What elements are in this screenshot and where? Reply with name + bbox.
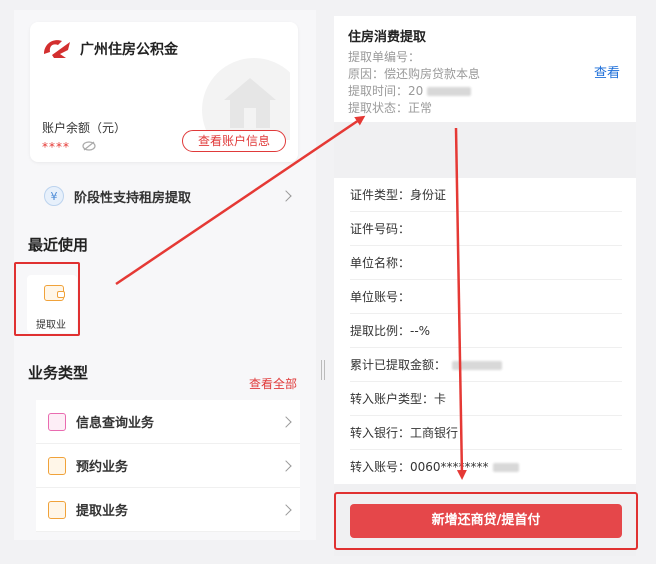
record-number: 提取单编号： [348, 50, 421, 64]
calendar-icon [48, 456, 66, 475]
detail-total-withdrawn: 累计已提取金额： [350, 348, 622, 382]
account-card: 广州住房公积金 账户余额（元） **** 查看账户信息 [30, 22, 298, 162]
yuan-coin-icon: ¥ [44, 186, 64, 206]
chevron-right-icon [280, 459, 292, 472]
view-account-button[interactable]: 查看账户信息 [182, 130, 286, 152]
see-all-link[interactable]: 查看全部 [249, 375, 297, 392]
detail-bank: 转入银行：工商银行 [350, 416, 622, 450]
chevron-right-icon [280, 415, 292, 428]
business-item-label: 信息查询业务 [76, 416, 155, 431]
hide-eye-icon[interactable] [82, 141, 96, 151]
brand-name: 广州住房公积金 [80, 42, 178, 58]
business-item-label: 提取业务 [76, 504, 129, 519]
record-time: 提取时间：20 [348, 82, 472, 99]
house-watermark-icon [202, 58, 290, 140]
chevron-right-icon [280, 503, 292, 516]
business-item-label: 预约业务 [76, 460, 129, 475]
chevron-right-icon [280, 190, 292, 202]
balance-label: 账户余额（元） [42, 121, 127, 135]
split-divider [318, 0, 330, 564]
add-loan-repayment-button[interactable]: 新增还商贷/提首付 [350, 504, 622, 538]
recent-title: 最近使用 [28, 236, 89, 254]
record-title: 住房消费提取 [348, 30, 427, 45]
detail-employer-account: 单位账号： [350, 280, 622, 314]
detail-id-number: 证件号码： [350, 212, 622, 246]
rent-link-label: 阶段性支持租房提取 [74, 190, 192, 206]
right-panel: 住房消费提取 提取单编号： 原因：偿还购房贷款本息 提取时间：20 提取状态：正… [334, 16, 638, 556]
detail-employer-name: 单位名称： [350, 246, 622, 280]
business-list: 信息查询业务 预约业务 提取业务 [36, 400, 300, 532]
view-record-link[interactable]: 查看 [594, 62, 620, 81]
left-panel: 广州住房公积金 账户余额（元） **** 查看账户信息 ¥ 阶段性支持租房提取 … [14, 10, 316, 540]
wallet-icon [48, 500, 66, 519]
withdrawal-record-card[interactable]: 住房消费提取 提取单编号： 原因：偿还购房贷款本息 提取时间：20 提取状态：正… [334, 16, 636, 122]
detail-account-type: 转入账户类型：卡 [350, 382, 622, 416]
detail-account-number: 转入账号：0060******** [350, 450, 622, 484]
business-title: 业务类型 [28, 364, 89, 382]
detail-list: 证件类型：身份证 证件号码： 单位名称： 单位账号： 提取比例：--% 累计已提… [334, 178, 636, 484]
business-item-withdrawal[interactable]: 提取业务 [36, 488, 300, 532]
detail-withdraw-ratio: 提取比例：--% [350, 314, 622, 348]
record-status: 提取状态：正常 [348, 101, 433, 115]
split-drag-handle[interactable] [321, 360, 325, 380]
balance-value: **** [42, 140, 70, 154]
housing-fund-logo-icon [44, 40, 70, 58]
rent-withdrawal-link[interactable]: ¥ 阶段性支持租房提取 [30, 176, 300, 216]
business-item-info-query[interactable]: 信息查询业务 [36, 400, 300, 444]
business-item-appointment[interactable]: 预约业务 [36, 444, 300, 488]
detail-id-type: 证件类型：身份证 [350, 178, 622, 212]
recent-item-withdraw[interactable] [14, 262, 80, 336]
document-icon [48, 412, 66, 431]
record-reason: 原因：偿还购房贷款本息 [348, 67, 481, 81]
